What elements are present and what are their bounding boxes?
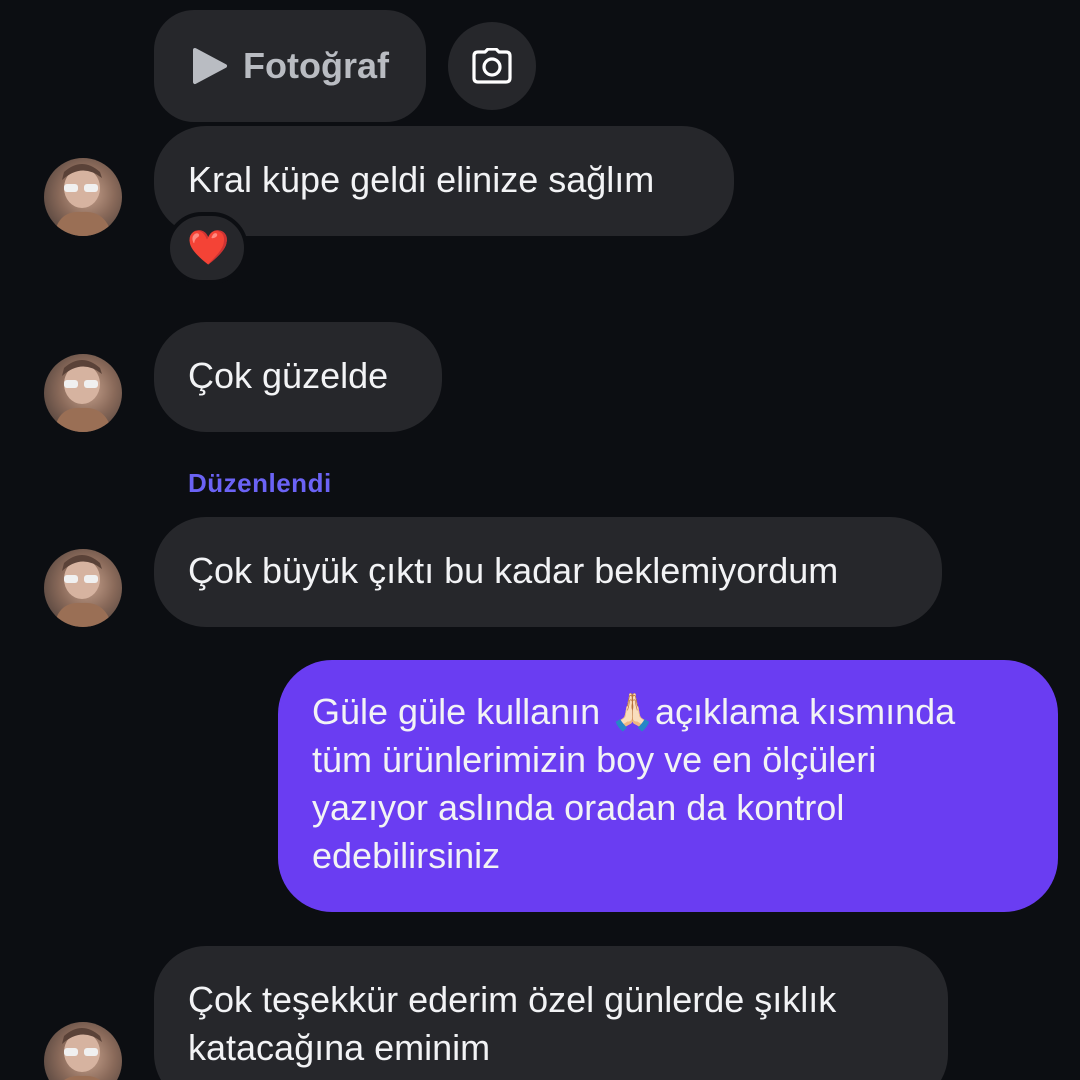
message-bubble[interactable]: Çok güzelde — [154, 322, 442, 432]
avatar[interactable] — [44, 354, 122, 432]
edited-label: Düzenlendi — [188, 468, 332, 498]
play-icon — [193, 48, 227, 84]
message-thread: Fotoğraf Kral küpe geldi elinize sağlım … — [0, 0, 1080, 1080]
camera-icon — [472, 48, 512, 84]
message-line: katacağına eminim — [188, 1027, 491, 1068]
message-line: Güle güle kullanın 🙏🏻açıklama kısmında — [312, 691, 956, 732]
message-text: Çok güzelde — [188, 355, 389, 396]
reaction-badge[interactable]: ❤️ — [166, 212, 248, 284]
message-line: yazıyor aslında oradan da kontrol — [312, 787, 845, 828]
message-text: Kral küpe geldi elinize sağlım — [188, 159, 655, 200]
message-line: tüm ürünlerimizin boy ve en ölçüleri — [312, 739, 877, 780]
avatar[interactable] — [44, 1022, 122, 1080]
photo-message[interactable]: Fotoğraf — [154, 10, 426, 122]
avatar[interactable] — [44, 549, 122, 627]
message-bubble[interactable]: Çok büyük çıktı bu kadar beklemiyordum — [154, 517, 942, 627]
outgoing-message-bubble[interactable]: Güle güle kullanın 🙏🏻açıklama kısmında t… — [278, 660, 1058, 912]
heart-reaction: ❤️ — [187, 229, 230, 267]
message-bubble[interactable]: Çok teşekkür ederim özel günlerde şıklık… — [154, 946, 948, 1080]
message-text: Çok büyük çıktı bu kadar beklemiyordum — [188, 550, 839, 591]
photo-label: Fotoğraf — [243, 45, 389, 86]
camera-button[interactable] — [448, 22, 536, 110]
message-line: edebilirsiniz — [312, 835, 501, 876]
message-line: Çok teşekkür ederim özel günlerde şıklık — [188, 979, 837, 1020]
message-bubble[interactable]: Kral küpe geldi elinize sağlım — [154, 126, 734, 236]
avatar[interactable] — [44, 158, 122, 236]
